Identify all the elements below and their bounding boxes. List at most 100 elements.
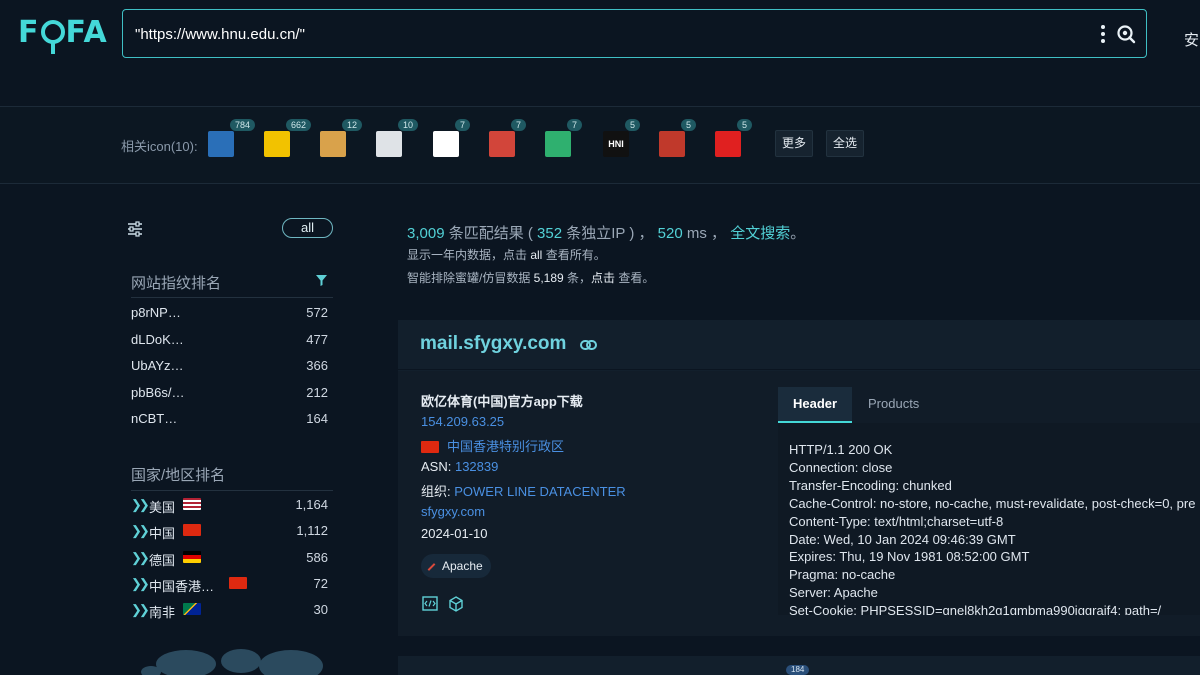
country-name: 南非 [149, 605, 176, 621]
result-host-link[interactable]: mail.sfygxy.com [420, 333, 566, 355]
location-link[interactable]: 中国香港特别行政区 [447, 439, 564, 454]
fingerprint-ranking-title: 网站指纹排名 [131, 275, 222, 292]
honeypot-view-link[interactable]: 点击 [591, 271, 615, 285]
tab-products[interactable]: Products [853, 387, 934, 423]
org-label: 组织: [421, 484, 455, 499]
country-flag-icon [183, 498, 201, 510]
country-flag-icon [183, 603, 201, 616]
chevron-double-right-icon: ❯❯ [131, 497, 150, 512]
top-bar: F FA 安 [0, 0, 1200, 70]
logo-letters-fa: FA [65, 14, 108, 50]
country-name: 德国 [149, 552, 176, 568]
fofa-logo[interactable]: F FA [18, 14, 108, 54]
product-tag[interactable]: Apache [421, 554, 491, 578]
honeypot-note: 智能排除蜜罐/仿冒数据 5,189 条，点击 查看。 [407, 269, 654, 286]
honeypot-count: 5,189 [533, 271, 564, 285]
icon-count-badge: 12 [342, 119, 363, 131]
country-count: 30 [313, 602, 328, 618]
full-text-search-link[interactable]: 全文搜索 [730, 225, 790, 242]
fingerprint-rank-item[interactable]: dLDoK… 477 [131, 329, 328, 351]
related-icons-label: 相关icon(10): [121, 139, 198, 154]
fingerprint-count: 477 [306, 331, 328, 347]
country-rank-item[interactable]: ❯❯ 德国 586 [131, 547, 328, 569]
funnel-icon[interactable] [315, 274, 328, 287]
header-line: Set-Cookie: PHPSESSID=gnel8kh2g1gmbma990… [789, 603, 1162, 615]
header-line: Cache-Control: no-store, no-cache, must-… [789, 495, 1196, 511]
select-all-button[interactable]: 全选 [826, 130, 865, 157]
fingerprint-rank-item[interactable]: nCBT… 164 [131, 408, 328, 430]
related-icon-3[interactable] [320, 131, 346, 157]
asn-link[interactable]: 132839 [455, 459, 498, 474]
summary-text: 条独立IP ) ， [562, 225, 654, 242]
fingerprint-name: dLDoK… [131, 331, 184, 347]
country-rank-item[interactable]: ❯❯ 南非 30 [131, 599, 328, 621]
result-card-header: mail.sfygxy.com [398, 320, 1200, 370]
asn-row: ASN: 132839 [421, 459, 498, 474]
divider [131, 490, 333, 491]
filter-settings-icon[interactable] [127, 221, 143, 237]
header-right-text[interactable]: 安 [1184, 29, 1199, 50]
link-icon[interactable] [580, 339, 597, 351]
summary-text: 。 [790, 225, 806, 242]
icon-count-badge: 7 [511, 119, 527, 131]
related-icon-4[interactable] [376, 131, 402, 157]
icon-count-badge: 5 [625, 119, 641, 131]
chevron-double-right-icon: ❯❯ [131, 575, 150, 591]
location-row: 中国香港特别行政区 [421, 436, 564, 455]
related-icon-8[interactable]: HNI [603, 131, 629, 157]
related-icon-1[interactable] [208, 131, 234, 157]
tab-header[interactable]: Header [778, 387, 853, 423]
fingerprint-rank-item[interactable]: UbAYz… 366 [131, 355, 328, 377]
more-icons-button[interactable]: 更多 [775, 130, 814, 157]
related-icon-6[interactable] [489, 131, 515, 157]
note-text: 条， [563, 271, 592, 285]
header-line: Expires: Thu, 19 Nov 1981 08:52:00 GMT [789, 549, 1030, 565]
related-icon-10[interactable] [715, 131, 741, 157]
unique-ip-count: 352 [537, 225, 563, 242]
related-icon-7[interactable] [545, 131, 571, 157]
product-tag-label: Apache [442, 559, 483, 573]
header-line: HTTP/1.1 200 OK [789, 442, 893, 457]
more-options-icon[interactable] [1100, 25, 1106, 43]
logo-o-icon [40, 20, 65, 54]
country-rank-item[interactable]: ❯❯ 中国香港… 72 [131, 573, 328, 595]
country-ranking-title: 国家/地区排名 [131, 467, 226, 484]
related-icon-2[interactable] [264, 131, 290, 157]
country-rank-item[interactable]: ❯❯ 中国 1,112 [131, 520, 328, 542]
country-count: 1,112 [296, 523, 328, 539]
related-icon-5[interactable] [433, 131, 459, 157]
fingerprint-rank-item[interactable]: pbB6s/… 212 [131, 382, 328, 404]
result-card-body: 欧亿体育(中国)官方app下载 154.209.63.25 中国香港特别行政区 … [398, 371, 1200, 636]
fingerprint-name: p8rNP… [131, 305, 181, 320]
icon-count-badge: 10 [398, 119, 419, 131]
chevron-double-right-icon: ❯❯ [131, 602, 150, 618]
fingerprint-name: UbAYz… [131, 358, 184, 373]
hk-flag-icon [421, 441, 439, 453]
asn-label: ASN: [421, 459, 455, 474]
result-summary: 3,009 条匹配结果 ( 352 条独立IP ) ， 520 ms ， 全文搜… [407, 222, 805, 243]
search-icon[interactable] [1116, 24, 1136, 44]
country-name: 美国 [149, 500, 176, 515]
related-icon-9[interactable] [659, 131, 685, 157]
domain-link[interactable]: sfygxy.com [421, 504, 485, 519]
country-rank-item[interactable]: ❯❯ 美国 1,164 [131, 494, 328, 516]
header-line: Pragma: no-cache [789, 567, 896, 583]
header-line: Date: Wed, 10 Jan 2024 09:46:39 GMT [789, 531, 1016, 547]
fingerprint-rank-item[interactable]: p8rNP… 572 [131, 302, 328, 324]
icon-count-badge: 7 [455, 119, 471, 131]
world-map [141, 649, 323, 675]
show-all-link[interactable]: all [530, 248, 542, 262]
fingerprint-name: pbB6s/… [131, 384, 185, 400]
fingerprint-name: nCBT… [131, 411, 178, 426]
icon-count-badge: 784 [230, 119, 256, 131]
org-link[interactable]: POWER LINE DATACENTER [454, 484, 625, 499]
all-toggle[interactable]: all [282, 218, 333, 238]
ip-link[interactable]: 154.209.63.25 [421, 414, 504, 429]
country-count: 1,164 [295, 497, 328, 512]
cube-icon[interactable] [448, 596, 464, 612]
header-line: Content-Type: text/html;charset=utf-8 [789, 513, 1004, 529]
icon-count-badge: 7 [567, 119, 583, 131]
search-input[interactable] [135, 22, 1035, 46]
code-icon[interactable] [422, 596, 438, 611]
total-results: 3,009 [407, 225, 445, 242]
